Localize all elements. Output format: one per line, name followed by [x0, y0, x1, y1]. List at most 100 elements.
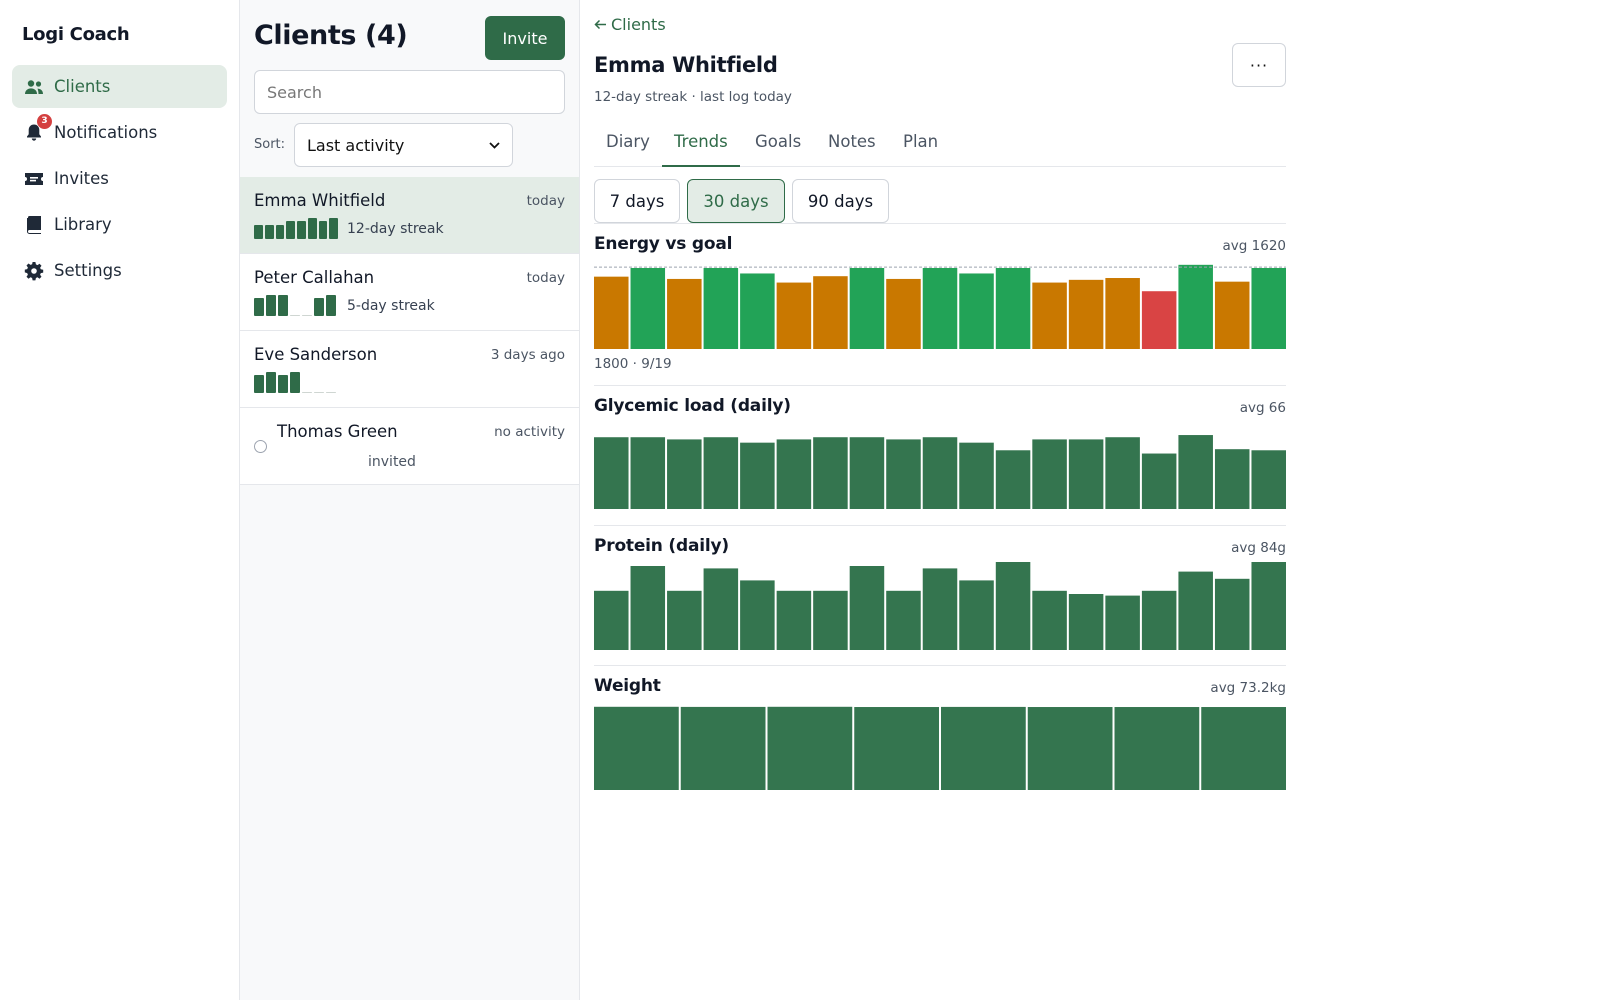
- chart-bar: [703, 268, 739, 349]
- invite-button[interactable]: Invite: [485, 16, 565, 60]
- client-row-eve-sanderson[interactable]: Eve Sanderson 3 days ago: [240, 331, 579, 408]
- sidebar-item-library[interactable]: Library: [12, 203, 227, 246]
- sparkline-bar: [278, 375, 288, 393]
- glycemic-bar-chart: [594, 435, 1286, 509]
- chart-bar: [630, 268, 666, 349]
- client-detail-name: Emma Whitfield: [594, 53, 778, 77]
- chart-bar: [1141, 453, 1177, 509]
- range-7-days-button[interactable]: 7 days: [594, 179, 680, 223]
- sparkline-bar: [290, 372, 300, 393]
- chart-bar: [1251, 268, 1286, 349]
- search-input[interactable]: [254, 70, 565, 114]
- pending-status-dot: [254, 440, 267, 453]
- sidebar: Logi Coach Clients 3 Notifications Invit…: [0, 0, 240, 1000]
- sparkline-bar: [278, 295, 288, 316]
- back-to-clients-link[interactable]: Clients: [594, 15, 666, 34]
- chart-bar: [1214, 578, 1250, 650]
- chart-bar: [740, 273, 775, 349]
- chart-goal-caption: 1800 · 9/19: [594, 356, 672, 372]
- range-90-days-button[interactable]: 90 days: [792, 179, 889, 223]
- chart-weight: Weight avg 73.2kg: [594, 665, 1286, 795]
- chart-bar: [667, 590, 702, 650]
- chart-title: Glycemic load (daily): [594, 396, 791, 416]
- sidebar-item-label: Settings: [54, 261, 122, 280]
- users-icon: [24, 77, 44, 97]
- tab-plan[interactable]: Plan: [891, 132, 950, 167]
- chart-bar: [1032, 282, 1067, 349]
- chart-bar: [703, 437, 739, 509]
- chart-bar: [813, 437, 848, 509]
- client-list-title: Clients (4): [254, 20, 408, 51]
- sparkline-bar: [329, 218, 338, 239]
- sidebar-item-notifications[interactable]: 3 Notifications: [12, 111, 227, 154]
- more-options-button[interactable]: ···: [1232, 43, 1286, 87]
- chart-bar: [886, 439, 921, 509]
- client-status: invited: [368, 454, 416, 470]
- sidebar-item-label: Notifications: [54, 123, 158, 142]
- sidebar-item-label: Invites: [54, 169, 109, 188]
- book-icon: [24, 215, 44, 235]
- chart-protein: Protein (daily) avg 84g: [594, 525, 1286, 665]
- range-30-days-button[interactable]: 30 days: [687, 179, 785, 223]
- gear-icon: [24, 261, 44, 281]
- chart-bar: [1214, 449, 1250, 509]
- chart-bar: [1105, 437, 1140, 509]
- chart-average: avg 66: [1239, 400, 1286, 416]
- chart-bar: [740, 442, 775, 509]
- chart-bar: [959, 580, 994, 650]
- chart-bar: [1114, 707, 1200, 790]
- chart-bar: [594, 706, 679, 790]
- chart-bar: [1141, 590, 1177, 650]
- chart-title: Energy vs goal: [594, 234, 733, 254]
- sort-select[interactable]: Last activity: [294, 123, 513, 167]
- client-row-emma-whitfield[interactable]: Emma Whitfield today 12-day streak: [240, 177, 579, 254]
- ticket-icon: [24, 169, 44, 189]
- activity-sparkline: [254, 371, 338, 393]
- tab-goals[interactable]: Goals: [743, 132, 813, 167]
- chart-bar: [1105, 278, 1140, 349]
- chart-bar: [1068, 439, 1104, 509]
- chart-bar: [776, 282, 812, 349]
- sparkline-bar: [266, 295, 276, 316]
- sidebar-item-label: Library: [54, 215, 112, 234]
- client-row-thomas-green[interactable]: Thomas Green no activity invited: [240, 408, 579, 485]
- chart-bar: [1251, 450, 1286, 509]
- client-streak: 5-day streak: [347, 298, 435, 314]
- chart-bar: [813, 590, 848, 650]
- client-row-peter-callahan[interactable]: Peter Callahan today 5-day streak: [240, 254, 579, 331]
- client-detail-panel: Clients Emma Whitfield 12-day streak · l…: [594, 0, 1286, 1000]
- sparkline-bar: [302, 392, 312, 393]
- client-name: Peter Callahan: [254, 268, 375, 287]
- sidebar-item-clients[interactable]: Clients: [12, 65, 227, 108]
- tab-notes[interactable]: Notes: [816, 132, 888, 167]
- activity-sparkline: [254, 217, 338, 239]
- chart-average: avg 84g: [1231, 540, 1286, 556]
- sparkline-bar: [254, 375, 264, 393]
- chart-bar: [959, 442, 994, 509]
- chart-bar: [680, 706, 766, 790]
- chart-bar: [941, 706, 1026, 790]
- chart-bar: [922, 437, 958, 509]
- chart-bar: [886, 278, 921, 349]
- tab-trends[interactable]: Trends: [662, 132, 740, 167]
- chart-bar: [849, 566, 885, 650]
- chart-bar: [776, 590, 812, 650]
- sidebar-item-invites[interactable]: Invites: [12, 157, 227, 200]
- sidebar-item-settings[interactable]: Settings: [12, 249, 227, 292]
- chart-bar: [1214, 281, 1250, 349]
- chart-bar: [630, 437, 666, 509]
- sparkline-bar: [254, 224, 263, 239]
- chart-bar: [776, 439, 812, 509]
- chart-bar: [959, 273, 994, 349]
- client-streak: 12-day streak: [347, 221, 444, 237]
- sparkline-bar: [302, 315, 312, 316]
- chart-bar: [849, 437, 885, 509]
- client-name: Thomas Green: [277, 422, 398, 441]
- sparkline-bar: [326, 392, 336, 393]
- tab-diary[interactable]: Diary: [594, 132, 662, 167]
- chart-bar: [995, 562, 1031, 650]
- chart-bar: [995, 450, 1031, 509]
- chart-bar: [1178, 264, 1213, 349]
- chart-bar: [1251, 562, 1286, 650]
- sparkline-bar: [314, 298, 324, 316]
